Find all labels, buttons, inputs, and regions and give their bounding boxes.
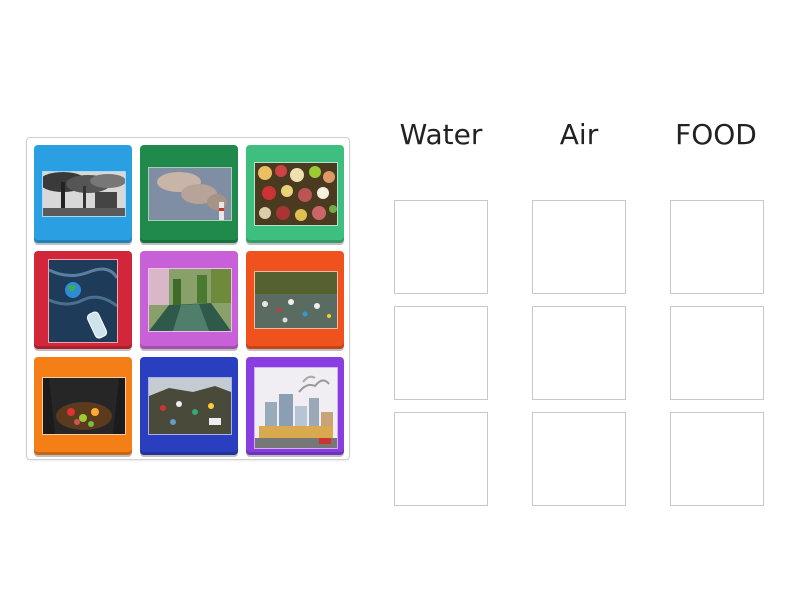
drop-slot-food-3[interactable] xyxy=(670,412,764,506)
chimney-smoke-plume-image xyxy=(148,167,232,221)
image-tile-tray xyxy=(26,137,350,460)
drop-slot-water-2[interactable] xyxy=(394,306,488,400)
drop-slot-food-1[interactable] xyxy=(670,200,764,294)
draggable-tile-3[interactable] xyxy=(246,145,344,243)
draggable-tile-1[interactable] xyxy=(34,145,132,243)
drop-slot-water-3[interactable] xyxy=(394,412,488,506)
draggable-tile-4[interactable] xyxy=(34,251,132,349)
polluted-canal-image xyxy=(148,268,232,332)
draggable-tile-9[interactable] xyxy=(246,357,344,455)
column-title-air: Air xyxy=(559,118,599,151)
city-pollution-illustration-image xyxy=(254,367,338,449)
factory-smokestacks-smoke-image xyxy=(42,171,126,217)
drop-slot-food-2[interactable] xyxy=(670,306,764,400)
draggable-tile-5[interactable] xyxy=(140,251,238,349)
draggable-tile-2[interactable] xyxy=(140,145,238,243)
garbage-pile-image xyxy=(148,377,232,435)
drop-slot-air-2[interactable] xyxy=(532,306,626,400)
drop-slot-water-1[interactable] xyxy=(394,200,488,294)
drop-slot-air-1[interactable] xyxy=(532,200,626,294)
compost-bin-food-scraps-image xyxy=(42,377,126,435)
trash-in-river-image xyxy=(254,271,338,329)
polluted-water-earth-bottle-image xyxy=(48,259,118,343)
rotting-food-waste-image xyxy=(254,162,338,226)
draggable-tile-6[interactable] xyxy=(246,251,344,349)
drop-slot-air-3[interactable] xyxy=(532,412,626,506)
column-title-water: Water xyxy=(399,118,483,151)
draggable-tile-7[interactable] xyxy=(34,357,132,455)
column-title-food: FOOD xyxy=(675,118,757,151)
draggable-tile-8[interactable] xyxy=(140,357,238,455)
